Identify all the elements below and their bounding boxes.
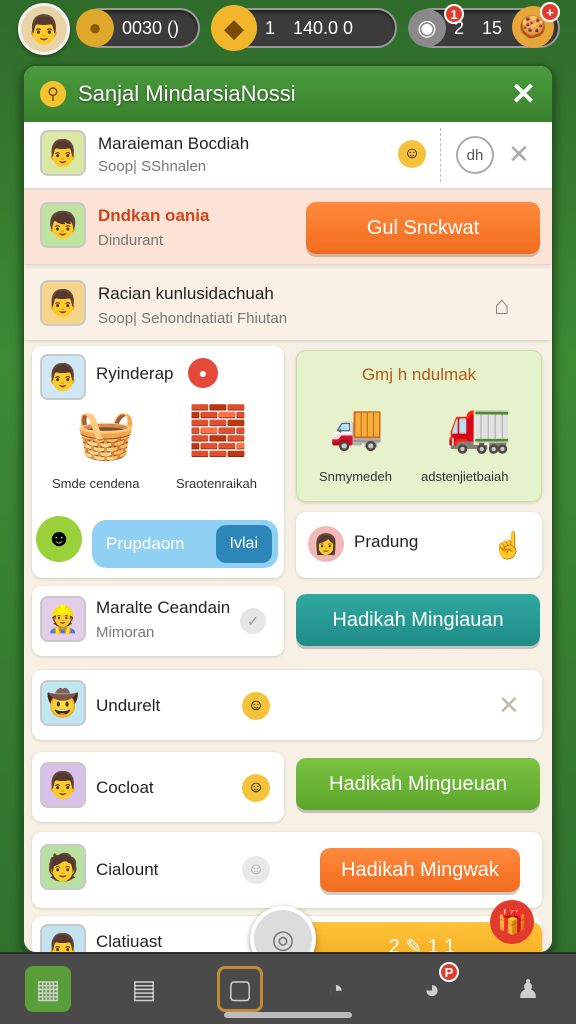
gem-icon: ◆ — [211, 5, 257, 51]
cookie-plus-badge[interactable]: + — [540, 2, 560, 22]
gems-prefix: 1 — [265, 17, 276, 38]
avatar: 👨 — [40, 130, 86, 176]
avatar: 👦 — [40, 202, 86, 248]
search-icon: ⚲ — [40, 81, 66, 107]
chat-button[interactable]: dh — [456, 136, 494, 174]
player-status: Dindurant — [98, 232, 164, 249]
gems-counter[interactable]: ◆ 1 140.0 0 — [211, 5, 397, 51]
avatar: 👨 — [40, 762, 86, 808]
coins-value: 0030 () — [122, 17, 180, 38]
item-label: Sraotenraikah — [176, 476, 257, 491]
top-resource-bar: 👨 ● 0030 () ◆ 1 140.0 0 ◉ 2 15 1 🍪 + — [0, 0, 576, 58]
divider — [440, 128, 441, 182]
alert-icon: ● — [188, 358, 218, 388]
toggle-pill[interactable]: Prupdaom Ivlai — [92, 520, 278, 568]
list-item[interactable]: 👦 Dndkan oania Dindurant Gul Snckwat — [24, 190, 552, 264]
vehicle-card[interactable]: Gmj h ndulmak 🚚 🚛 Snmymedeh adstenjietba… — [296, 350, 542, 502]
player-name: Cocloat — [96, 778, 154, 797]
send-gift-button[interactable]: Hadikah Mingiauan — [296, 594, 540, 646]
item-label: Snmymedeh — [319, 469, 392, 484]
thumb-icon[interactable]: ☝ — [492, 530, 524, 561]
orb-icon: ◉ — [408, 9, 446, 47]
frame-icon[interactable]: ▢ — [217, 966, 263, 1012]
smiley-icon: ☺ — [398, 140, 426, 168]
avatar: 🧑 — [40, 844, 86, 890]
avatar: 👩 — [308, 526, 344, 562]
player-status: Mimoran — [96, 624, 155, 641]
accept-button[interactable]: Gul Snckwat — [306, 202, 540, 254]
smiley-icon: ☺ — [242, 774, 270, 802]
player-name: Cialount — [96, 860, 159, 879]
mascot-icon: ☻ — [36, 516, 82, 562]
avatar: 🤠 — [40, 680, 86, 726]
remove-icon[interactable]: ✕ — [508, 139, 530, 170]
list-item[interactable]: 🤠 Undurelt ☺ ✕ — [32, 670, 542, 740]
profile-badge-icon[interactable]: ◕ P — [409, 962, 459, 1012]
player-name: Maraieman Bocdiah — [98, 134, 250, 153]
player-name: Undurelt — [96, 696, 161, 715]
send-gift-button[interactable]: Hadikah Mingwak — [320, 848, 520, 892]
player-avatar-icon[interactable]: 👨 — [18, 3, 70, 55]
info-icon[interactable]: ✓ — [240, 608, 266, 634]
send-gift-button[interactable]: Hadikah Mingueuan — [296, 758, 540, 810]
gift-icon[interactable]: 🎁 — [490, 900, 534, 944]
orbs-badge: 1 — [444, 4, 464, 24]
list-item[interactable]: 🧑 Cialount ☺ Hadikah Mingwak — [32, 832, 542, 908]
avatar: 👨 — [40, 924, 86, 952]
avatar: 👨 — [40, 354, 86, 400]
item-label: adstenjietbaiah — [421, 469, 509, 484]
card-title: Gmj h ndulmak — [361, 365, 477, 384]
pill-label: Prupdaom — [106, 534, 185, 553]
clipboard-icon[interactable]: ▤ — [121, 966, 167, 1012]
panel-title: Sanjal MindarsiaNossi — [78, 81, 296, 106]
remove-icon[interactable]: ✕ — [498, 690, 520, 721]
player-name: Clatiuast — [96, 932, 163, 951]
home-indicator — [224, 1012, 352, 1018]
player-name: Pradung — [354, 532, 419, 551]
coins-counter[interactable]: ● 0030 () — [76, 8, 200, 48]
smiley-icon: ☺ — [242, 856, 270, 884]
list-item[interactable]: 👨 Cocloat ☺ — [32, 752, 284, 822]
list-item[interactable]: 👷 Maralte Ceandain Mimoran ✓ — [32, 586, 284, 656]
panel-header: ⚲ Sanjal MindarsiaNossi ✕ — [24, 66, 552, 122]
avatar: 👷 — [40, 596, 86, 642]
player-name: Maralte Ceandain — [96, 598, 231, 617]
gems-value: 140.0 0 — [293, 17, 354, 38]
player-name: Racian kunlusidachuah — [98, 284, 274, 303]
house-icon[interactable]: ⌂ — [494, 290, 510, 321]
item-label: Smde cendena — [52, 476, 140, 491]
avatar: 👨 — [40, 280, 86, 326]
pill-button[interactable]: Ivlai — [215, 525, 272, 563]
truck-icon: 🚚 — [329, 403, 384, 452]
close-button[interactable]: ✕ — [511, 77, 536, 112]
map-icon[interactable]: ▦ — [25, 966, 71, 1012]
list-item[interactable]: 👨 Racian kunlusidachuah Soop| Sehondnati… — [24, 268, 552, 340]
gold-blocks-icon: 🧱 — [188, 405, 248, 458]
list-item[interactable]: 👨 Maraieman Bocdiah Soop| SShnalen ☺ dh … — [24, 122, 552, 188]
list-item[interactable]: 👩 Pradung ☝ — [296, 512, 542, 578]
player-status: Soop| SShnalen — [98, 158, 207, 175]
card-name: Ryinderap — [96, 364, 174, 383]
player-status: Soop| Sehondnatiati Fhiutan — [98, 310, 288, 327]
fruit-basket-icon: 🧺 — [76, 409, 136, 462]
nav-badge: P — [439, 962, 459, 982]
cart-icon[interactable]: ◔ — [313, 966, 359, 1012]
person-icon[interactable]: ♟ — [505, 966, 551, 1012]
truck-icon: 🚛 — [447, 397, 512, 455]
player-name: Dndkan oania — [98, 206, 210, 225]
smiley-icon: ☺ — [242, 692, 270, 720]
orbs-value: 15 — [482, 17, 503, 38]
gift-card[interactable]: 👨 Ryinderap ● 🧺 🧱 Smde cendena Sraotenra… — [32, 346, 284, 578]
coin-icon: ● — [76, 9, 114, 47]
social-panel: ⚲ Sanjal MindarsiaNossi ✕ 👨 Maraieman Bo… — [22, 64, 554, 954]
